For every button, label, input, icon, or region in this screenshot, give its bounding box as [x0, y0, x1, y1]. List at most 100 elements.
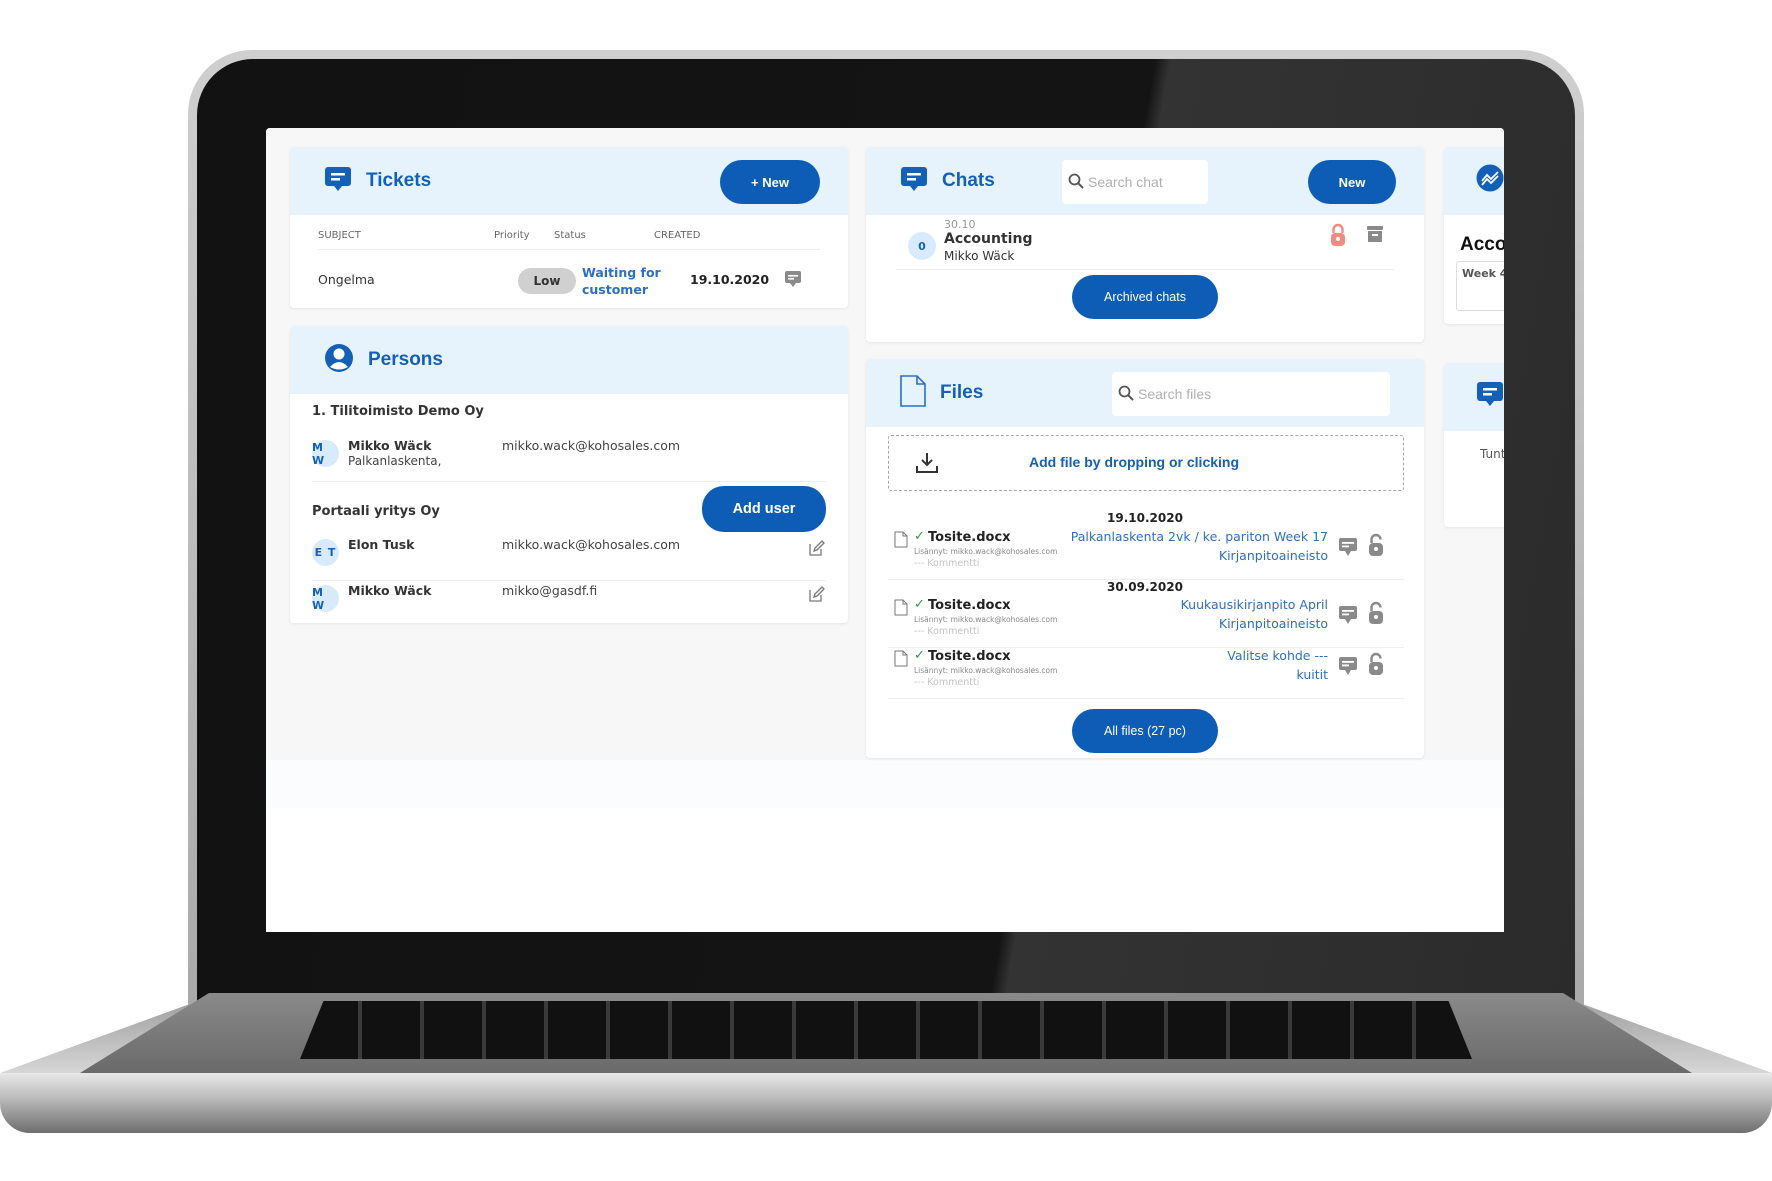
person-name: Mikko Wäck: [348, 438, 432, 453]
archived-chats-button[interactable]: Archived chats: [1072, 275, 1218, 319]
chats-title: Chats: [942, 170, 995, 191]
file-added-by: Lisännyt: mikko.wack@kohosales.com: [914, 615, 1058, 624]
check-icon: ✓: [914, 529, 925, 544]
download-icon: [915, 452, 939, 478]
file-group-date: 30.09.2020: [1107, 580, 1183, 594]
list-item[interactable]: 0 30.10 Accounting Mikko Wäck: [896, 215, 1394, 270]
chat-title: Accounting: [944, 231, 1033, 247]
message-icon[interactable]: [1338, 605, 1358, 629]
hours-header: [1444, 363, 1504, 431]
tickets-card: Tickets + New SUBJECT Priority Status CR…: [290, 147, 848, 308]
file-target-line-1: Valitse kohde ---: [1227, 648, 1328, 663]
status-line-2: customer: [582, 282, 648, 297]
chart-line-icon: [1476, 164, 1504, 196]
search-icon: [1118, 385, 1134, 404]
chat-date: 30.10: [944, 218, 976, 231]
chat-bubble-icon: [324, 165, 352, 197]
avatar: E T: [312, 539, 339, 566]
file-target[interactable]: Valitse kohde --- kuitit: [1227, 646, 1328, 684]
add-user-button[interactable]: Add user: [702, 486, 826, 532]
check-icon: ✓: [914, 597, 925, 612]
page-footer-band: [266, 760, 1504, 808]
column-status[interactable]: Status: [554, 230, 586, 241]
files-title: Files: [940, 382, 984, 403]
table-row[interactable]: Ongelma Low Waiting for customer 19.10.2…: [318, 250, 820, 306]
screen: Tickets + New SUBJECT Priority Status CR…: [266, 128, 1504, 932]
message-icon[interactable]: [1338, 656, 1358, 680]
ticket-status[interactable]: Waiting for customer: [582, 264, 672, 298]
column-subject[interactable]: SUBJECT: [318, 230, 361, 241]
list-item[interactable]: ✓ Tosite.docx Lisännyt: mikko.wack@kohos…: [888, 525, 1404, 580]
unread-count-badge: 0: [908, 232, 936, 260]
file-dropzone[interactable]: Add file by dropping or clicking: [888, 435, 1404, 491]
file-icon: [900, 375, 926, 411]
persons-card: Persons 1. Tilitoimisto Demo Oy M W Mikk…: [290, 326, 848, 623]
edit-icon[interactable]: [808, 585, 826, 603]
file-name[interactable]: Tosite.docx: [928, 649, 1011, 664]
file-target-line-2: kuitit: [1296, 667, 1328, 682]
edit-icon[interactable]: [808, 539, 826, 557]
file-added-by: Lisännyt: mikko.wack@kohosales.com: [914, 547, 1058, 556]
message-icon[interactable]: [784, 270, 802, 291]
tickets-header: Tickets + New: [290, 147, 848, 215]
unlock-icon[interactable]: [1368, 533, 1384, 561]
list-item[interactable]: ✓ Tosite.docx Lisännyt: mikko.wack@kohos…: [888, 644, 1404, 699]
org-name: 1. Tilitoimisto Demo Oy: [312, 404, 484, 419]
file-comment[interactable]: --- Kommentti: [914, 677, 979, 688]
files-card: Files Add file by dropping or clicking 1…: [866, 359, 1424, 758]
file-comment[interactable]: --- Kommentti: [914, 626, 979, 637]
priority-badge: Low: [518, 268, 576, 294]
file-target[interactable]: Palkanlaskenta 2vk / ke. pariton Week 17…: [1071, 527, 1328, 565]
tickets-table-header: SUBJECT Priority Status CREATED: [318, 226, 820, 250]
lock-icon[interactable]: [1330, 223, 1346, 251]
files-search-input[interactable]: [1138, 386, 1390, 402]
file-name[interactable]: Tosite.docx: [928, 598, 1011, 613]
chat-bubble-icon: [900, 165, 928, 197]
ticket-subject[interactable]: Ongelma: [318, 272, 375, 287]
unlock-icon[interactable]: [1368, 601, 1384, 629]
new-ticket-button[interactable]: + New: [720, 160, 820, 204]
file-target-line-2: Kirjanpitoaineisto: [1218, 548, 1328, 563]
accounting-week-box[interactable]: Week 4: [1456, 261, 1504, 311]
column-created[interactable]: CREATED: [654, 230, 700, 241]
list-item[interactable]: M W Mikko Wäck mikko@gasdf.fi: [312, 581, 826, 623]
file-target-line-1: Kuukausikirjanpito April: [1180, 597, 1328, 612]
file-group-date: 19.10.2020: [1107, 511, 1183, 525]
chats-header: Chats New: [866, 147, 1424, 215]
hours-text: Tunt: [1480, 447, 1504, 461]
column-priority[interactable]: Priority: [494, 230, 530, 241]
check-icon: ✓: [914, 648, 925, 663]
person-email: mikko@gasdf.fi: [502, 583, 598, 598]
chat-search-input[interactable]: [1088, 174, 1208, 190]
file-comment[interactable]: --- Kommentti: [914, 558, 979, 569]
person-name: Mikko Wäck: [348, 583, 432, 598]
accounting-title: Acco: [1460, 234, 1504, 255]
message-icon[interactable]: [1338, 537, 1358, 561]
list-item[interactable]: E T Elon Tusk mikko.wack@kohosales.com: [312, 535, 826, 581]
all-files-button[interactable]: All files (27 pc): [1072, 709, 1218, 753]
person-role: Palkanlaskenta,: [348, 454, 442, 468]
accounting-card: Acco Week 4: [1444, 147, 1504, 324]
new-chat-button[interactable]: New: [1308, 160, 1396, 204]
file-name[interactable]: Tosite.docx: [928, 530, 1011, 545]
list-item[interactable]: ✓ Tosite.docx Lisännyt: mikko.wack@kohos…: [888, 593, 1404, 648]
search-icon: [1068, 173, 1084, 192]
unlock-icon[interactable]: [1368, 652, 1384, 680]
persons-title: Persons: [368, 349, 443, 370]
file-target-line-2: Kirjanpitoaineisto: [1218, 616, 1328, 631]
document-icon: [894, 650, 908, 671]
files-header: Files: [866, 359, 1424, 427]
file-target[interactable]: Kuukausikirjanpito April Kirjanpitoainei…: [1181, 595, 1328, 633]
list-item[interactable]: M W Mikko Wäck Palkanlaskenta, mikko.wac…: [312, 436, 826, 482]
org-name: Portaali yritys Oy: [312, 504, 440, 519]
chat-search: [1062, 160, 1208, 204]
chat-user: Mikko Wäck: [944, 249, 1015, 263]
avatar: M W: [312, 440, 339, 467]
files-search: [1112, 372, 1390, 416]
archive-icon[interactable]: [1366, 225, 1384, 247]
person-email: mikko.wack@kohosales.com: [502, 438, 681, 453]
laptop-base-front: [0, 1073, 1772, 1133]
accounting-header: [1444, 147, 1504, 215]
laptop-keyboard: [300, 1001, 1472, 1059]
ticket-created-date: 19.10.2020: [690, 272, 770, 287]
